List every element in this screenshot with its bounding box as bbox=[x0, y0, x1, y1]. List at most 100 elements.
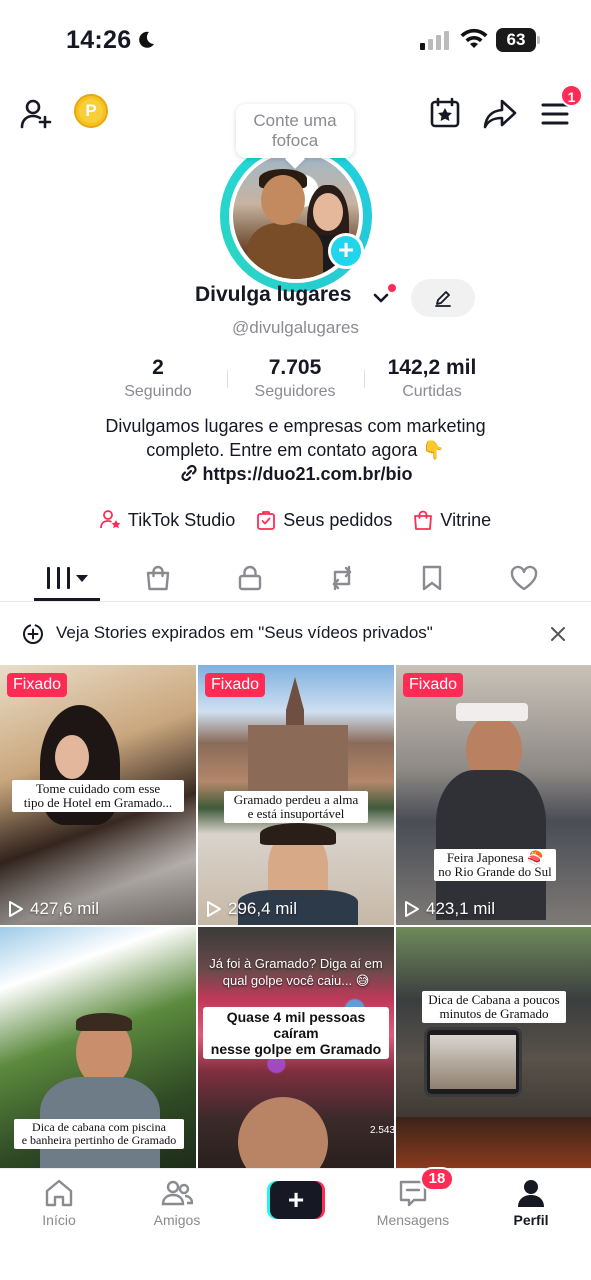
create-plus-icon: + bbox=[270, 1181, 322, 1219]
play-icon bbox=[207, 901, 221, 917]
video-caption: Quase 4 mil pessoas caíram nesse golpe e… bbox=[203, 1007, 389, 1059]
tab-reposts[interactable] bbox=[312, 556, 372, 600]
view-count: 427,6 mil bbox=[8, 899, 99, 919]
view-count: 423,1 mil bbox=[404, 899, 495, 919]
profile-handle: @divulgalugares bbox=[232, 318, 359, 337]
calendar-star-icon bbox=[430, 97, 460, 128]
nav-friends[interactable]: Amigos bbox=[132, 1177, 222, 1228]
stat-likes[interactable]: 142,2 mil Curtidas bbox=[376, 356, 488, 401]
status-bar: 14:26 63 bbox=[0, 0, 591, 78]
heart-icon bbox=[510, 565, 538, 591]
nav-label: Amigos bbox=[153, 1212, 201, 1228]
video-caption: Dica de cabana com piscina e banheira pe… bbox=[14, 1119, 184, 1149]
calendar-button[interactable] bbox=[426, 94, 464, 132]
video-thumbnail[interactable]: Dica de Cabana a poucos minutos de Grama… bbox=[396, 927, 591, 1168]
edit-profile-button[interactable] bbox=[411, 279, 475, 317]
showcase-button[interactable]: Vitrine bbox=[412, 506, 491, 534]
stat-label: Seguidores bbox=[254, 383, 336, 400]
story-prompt-text: Conte uma fofoca bbox=[253, 111, 337, 150]
video-grid: Fixado Tome cuidado com esse tipo de Hot… bbox=[0, 665, 591, 1168]
bookmark-icon bbox=[422, 565, 442, 591]
stat-following[interactable]: 2 Seguindo bbox=[108, 356, 208, 401]
link-icon bbox=[180, 464, 197, 482]
video-caption: Tome cuidado com esse tipo de Hotel em G… bbox=[12, 780, 184, 812]
shortcut-label: Vitrine bbox=[440, 509, 492, 530]
story-prompt-bubble[interactable]: Conte uma fofoca bbox=[236, 104, 354, 158]
profile-content-tabs bbox=[0, 556, 591, 602]
shop-bag-icon bbox=[146, 565, 170, 591]
share-profile-button[interactable] bbox=[480, 94, 520, 134]
profile-name[interactable]: Divulga lugares bbox=[195, 283, 351, 307]
expired-stories-banner[interactable]: Veja Stories expirados em "Seus vídeos p… bbox=[0, 612, 591, 656]
video-caption: Feira Japonesa 🍣 no Rio Grande do Sul bbox=[434, 849, 556, 881]
orders-bag-icon bbox=[257, 511, 276, 530]
stat-value: 142,2 mil bbox=[387, 356, 477, 379]
wifi-icon bbox=[460, 28, 488, 48]
nav-label: Mensagens bbox=[376, 1212, 450, 1228]
stat-divider bbox=[227, 370, 228, 388]
pinned-badge: Fixado bbox=[7, 673, 68, 697]
nav-label: Perfil bbox=[513, 1212, 549, 1228]
story-plus-icon bbox=[23, 624, 43, 644]
link-text: https://duo21.com.br/bio bbox=[202, 464, 413, 484]
profile-name-row: Divulga lugares bbox=[0, 279, 591, 317]
video-thumbnail[interactable]: Fixado Tome cuidado com esse tipo de Hot… bbox=[0, 665, 196, 925]
video-thumbnail[interactable]: Dica de cabana com piscina e banheira pe… bbox=[0, 927, 196, 1168]
coin-icon: P bbox=[79, 99, 103, 123]
add-friend-button[interactable] bbox=[16, 94, 56, 134]
showcase-bag-icon bbox=[414, 510, 433, 530]
creator-star-icon bbox=[100, 510, 121, 529]
add-story-plus-icon[interactable]: + bbox=[328, 233, 364, 269]
bio-line: completo. Entre em contato agora 👇 bbox=[146, 440, 445, 460]
tab-shop[interactable] bbox=[128, 556, 188, 600]
nav-profile[interactable]: Perfil bbox=[486, 1177, 576, 1228]
stat-divider bbox=[364, 370, 365, 388]
repost-icon bbox=[332, 565, 352, 591]
battery-level: 63 bbox=[506, 30, 526, 49]
friends-icon bbox=[161, 1180, 193, 1206]
stat-followers[interactable]: 7.705 Seguidores bbox=[240, 356, 350, 401]
messages-badge: 18 bbox=[420, 1167, 454, 1191]
lock-icon bbox=[238, 565, 262, 591]
profile-stats: 2 Seguindo 7.705 Seguidores 142,2 mil Cu… bbox=[0, 356, 591, 404]
profile-shortcuts: TikTok Studio Seus pedidos Vitrine bbox=[0, 506, 591, 534]
nav-home[interactable]: Início bbox=[14, 1177, 104, 1228]
shortcut-label: Seus pedidos bbox=[283, 509, 393, 530]
video-caption: Dica de Cabana a poucos minutos de Grama… bbox=[422, 991, 566, 1023]
signal-icon bbox=[420, 31, 449, 50]
video-caption: Gramado perdeu a alma e está insuportáve… bbox=[224, 791, 368, 823]
stat-label: Curtidas bbox=[402, 383, 462, 400]
tab-liked[interactable] bbox=[494, 556, 554, 600]
video-thumbnail[interactable]: Já foi à Gramado? Diga aí em qual golpe … bbox=[198, 927, 394, 1168]
tiktok-studio-button[interactable]: TikTok Studio bbox=[100, 506, 235, 534]
battery-icon: 63 bbox=[496, 28, 540, 52]
active-tab-indicator bbox=[34, 598, 100, 601]
video-thumbnail[interactable]: Fixado Feira Japonesa 🍣 no Rio Grande do… bbox=[396, 665, 591, 925]
banner-text: Veja Stories expirados em "Seus vídeos p… bbox=[56, 623, 433, 642]
close-icon[interactable] bbox=[548, 624, 568, 644]
view-count-text: 427,6 mil bbox=[30, 899, 99, 918]
pinned-badge: Fixado bbox=[403, 673, 464, 697]
create-button[interactable]: + bbox=[267, 1181, 325, 1219]
orders-button[interactable]: Seus pedidos bbox=[255, 506, 392, 534]
tab-favorites[interactable] bbox=[402, 556, 462, 600]
view-count-text: 423,1 mil bbox=[426, 899, 495, 918]
video-top-caption: Já foi à Gramado? Diga aí em qual golpe … bbox=[209, 956, 383, 988]
videos-grid-icon bbox=[47, 567, 88, 589]
pencil-icon bbox=[435, 291, 451, 307]
play-icon bbox=[9, 901, 23, 917]
add-person-icon bbox=[20, 99, 52, 129]
profile-link[interactable]: https://duo21.com.br/bio bbox=[0, 464, 591, 485]
home-icon bbox=[45, 1179, 73, 1207]
shortcut-label: TikTok Studio bbox=[127, 509, 236, 530]
bottom-navigation: Início Amigos + Mensagens 18 Perfil bbox=[0, 1167, 591, 1280]
tab-private[interactable] bbox=[220, 556, 280, 600]
pinned-badge: Fixado bbox=[205, 673, 266, 697]
tab-videos[interactable] bbox=[38, 556, 98, 600]
notification-dot bbox=[388, 284, 396, 292]
chevron-down-icon[interactable] bbox=[372, 289, 390, 307]
coins-button[interactable]: P bbox=[74, 94, 108, 128]
stat-value: 7.705 bbox=[268, 356, 322, 379]
video-thumbnail[interactable]: Fixado Gramado perdeu a alma e está insu… bbox=[198, 665, 394, 925]
stat-label: Seguindo bbox=[124, 383, 192, 400]
